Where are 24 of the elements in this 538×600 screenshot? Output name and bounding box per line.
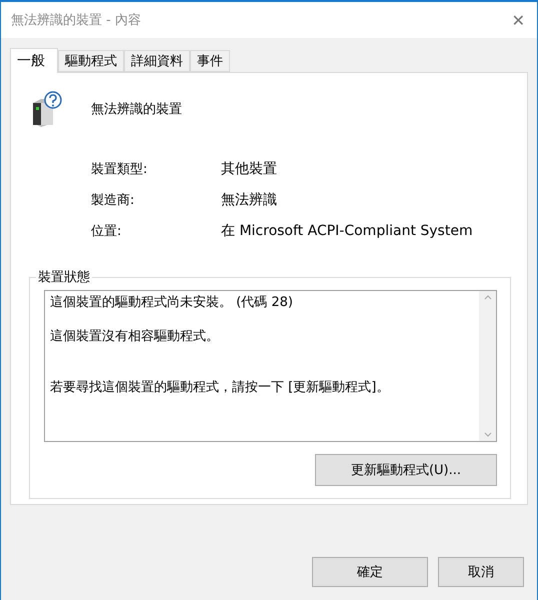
scroll-down-icon[interactable] bbox=[484, 432, 492, 437]
property-value: 其他裝置 bbox=[221, 161, 278, 178]
tab[interactable]: 一般 bbox=[10, 48, 58, 73]
tab[interactable]: 驅動程式 bbox=[58, 50, 124, 72]
tab[interactable]: 事件 bbox=[190, 50, 230, 72]
window-title: 無法辨識的裝置 - 內容 bbox=[11, 12, 141, 29]
scroll-up-icon[interactable] bbox=[484, 295, 492, 300]
status-text: 若要尋找這個裝置的驅動程式，請按一下 [更新驅動程式]。 bbox=[50, 379, 390, 396]
close-button[interactable]: ✕ bbox=[512, 10, 525, 30]
update-driver-button[interactable]: 更新驅動程式(U)... bbox=[315, 454, 497, 486]
ok-button[interactable]: 確定 bbox=[312, 557, 428, 587]
group-legend: 裝置狀態 bbox=[36, 268, 92, 286]
device-name: 無法辨識的裝置 bbox=[91, 101, 182, 118]
scroll-bar[interactable] bbox=[479, 291, 496, 441]
status-text: 這個裝置沒有相容驅動程式。 bbox=[50, 328, 219, 345]
status-text-box[interactable]: 這個裝置的驅動程式尚未安裝。 (代碼 28) 這個裝置沒有相容驅動程式。 若要尋找這個裝置的驅動程式，請按一下 [更新驅動程式]。 bbox=[44, 290, 497, 442]
property-label: 位置: bbox=[91, 223, 122, 240]
tab[interactable]: 詳細資料 bbox=[124, 50, 190, 72]
property-value: 在 Microsoft ACPI-Compliant System bbox=[221, 223, 474, 240]
status-text: 這個裝置的驅動程式尚未安裝。 (代碼 28) bbox=[50, 294, 293, 311]
property-label: 裝置類型: bbox=[91, 161, 148, 178]
property-label: 製造商: bbox=[91, 192, 136, 209]
property-value: 無法辨識 bbox=[221, 192, 278, 209]
cancel-button[interactable]: 取消 bbox=[438, 557, 524, 587]
